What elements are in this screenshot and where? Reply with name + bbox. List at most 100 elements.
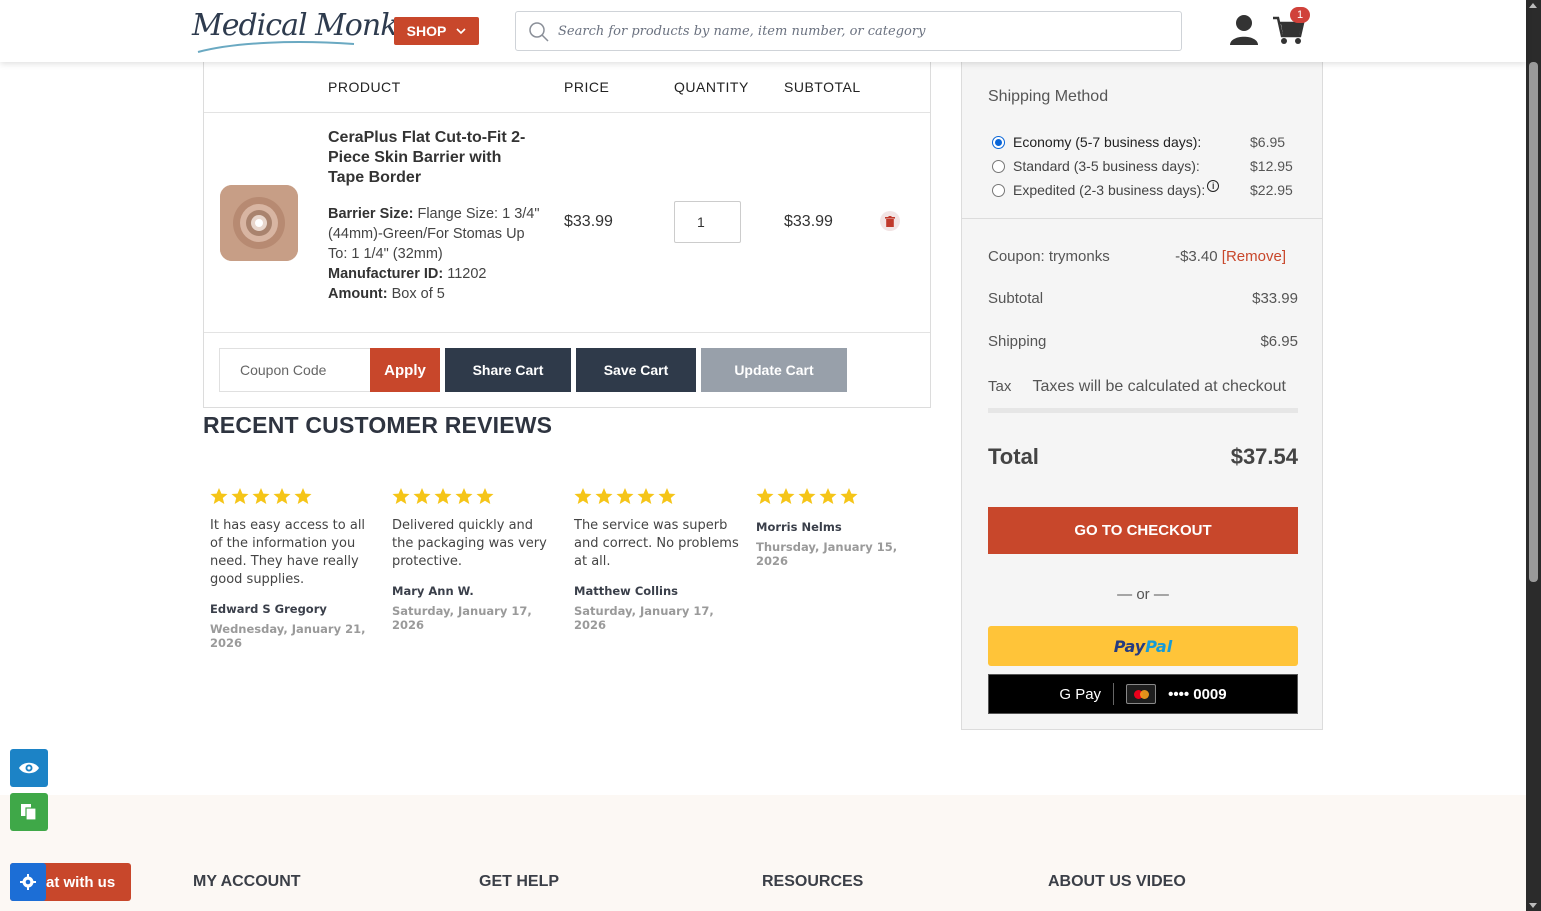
subtotal-value: $33.99 [1252, 290, 1298, 307]
save-cart-button[interactable]: Save Cart [576, 348, 696, 392]
shipping-option-price: $6.95 [1250, 134, 1286, 150]
page-scrollbar[interactable] [1526, 0, 1541, 911]
share-cart-button[interactable]: Share Cart [445, 348, 571, 392]
review-author: Edward S Gregory [210, 602, 327, 616]
cart-count-badge: 1 [1290, 7, 1310, 23]
paypal-text-pay: Pay [1113, 636, 1146, 656]
product-name[interactable]: CeraPlus Flat Cut-to-Fit 2-Piece Skin Ba… [328, 128, 538, 188]
divider [1113, 683, 1115, 705]
star-icon [574, 488, 592, 504]
column-subtotal: SUBTOTAL [784, 79, 861, 95]
trash-icon [885, 215, 895, 227]
chat-label: at with us [46, 873, 116, 891]
shipping-option-label: Standard (3-5 business days): [1013, 158, 1200, 174]
info-icon[interactable]: i [1207, 180, 1220, 192]
star-icon [819, 488, 837, 504]
eye-icon [19, 762, 39, 774]
shipping-method-title: Shipping Method [988, 88, 1109, 105]
subtotal-row: Subtotal $33.99 [988, 290, 1298, 307]
shipping-option-label: Economy (5-7 business days): [1013, 134, 1202, 150]
shipping-option-standard[interactable]: Standard (3-5 business days): $12.95 [992, 158, 1302, 174]
star-icon [637, 488, 655, 504]
copy-icon [21, 804, 37, 821]
shop-menu-button[interactable]: SHOP [394, 17, 479, 45]
star-icon [455, 488, 473, 504]
star-icon [273, 488, 291, 504]
coupon-discount: -$3.40 [Remove] [1175, 248, 1286, 265]
scroll-down-arrow-icon[interactable] [1529, 903, 1537, 908]
attr-barrier-size: Barrier Size: Flange Size: 1 3/4" (44mm)… [328, 204, 543, 264]
product-image[interactable] [220, 185, 298, 261]
star-icon [231, 488, 249, 504]
reviews-title: RECENT CUSTOMER REVIEWS [203, 412, 553, 438]
update-cart-button[interactable]: Update Cart [701, 348, 847, 392]
review-card: Morris Nelms Thursday, January 15, 2026 [756, 487, 921, 568]
star-icon [798, 488, 816, 504]
site-footer: MY ACCOUNT GET HELP RESOURCES ABOUT US V… [0, 795, 1526, 911]
review-card: It has easy access to all of the informa… [210, 487, 375, 650]
chevron-down-icon [456, 27, 466, 34]
item-price: $33.99 [564, 213, 613, 230]
attr-value: 11202 [447, 266, 487, 282]
star-rating [210, 487, 375, 507]
coupon-code-input[interactable] [219, 348, 371, 392]
logo-text: Medical Monks [192, 8, 413, 43]
remove-item-button[interactable] [880, 211, 900, 231]
shipping-option-price: $22.95 [1250, 182, 1293, 198]
remove-coupon-link[interactable]: [Remove] [1222, 248, 1286, 265]
shop-label: SHOP [406, 23, 447, 39]
tax-value: Taxes will be calculated at checkout [1032, 378, 1286, 395]
card-digits: •••• 0009 [1168, 685, 1227, 703]
search-input[interactable] [556, 20, 1156, 42]
skin-barrier-image [220, 185, 298, 261]
attr-label: Manufacturer ID: [328, 266, 444, 282]
star-icon [777, 488, 795, 504]
shipping-option-economy[interactable]: Economy (5-7 business days): $6.95 [992, 134, 1302, 150]
attr-amount: Amount: Box of 5 [328, 284, 543, 304]
search-icon[interactable] [528, 21, 550, 43]
radio-unselected[interactable] [992, 159, 1005, 173]
cart-table-header: PRODUCT PRICE QUANTITY SUBTOTAL [204, 62, 930, 113]
or-separator: — or — [1117, 586, 1169, 603]
shipping-option-expedited[interactable]: Expedited (2-3 business days): i $22.95 [992, 180, 1302, 198]
logo-swoosh-icon [197, 41, 355, 53]
attr-label: Amount: [328, 286, 388, 302]
divider [204, 332, 930, 333]
star-icon [434, 488, 452, 504]
quantity-input[interactable] [674, 201, 741, 243]
total-row: Total $37.54 [988, 444, 1298, 470]
copy-button[interactable] [10, 793, 48, 831]
star-icon [210, 488, 228, 504]
attr-label: Barrier Size: [328, 206, 414, 222]
google-pay-button[interactable]: G Pay •••• 0009 [988, 674, 1298, 714]
shipping-value: $6.95 [1260, 333, 1298, 350]
go-to-checkout-button[interactable]: GO TO CHECKOUT [988, 507, 1298, 554]
radio-unselected[interactable] [992, 183, 1005, 197]
review-author: Mary Ann W. [392, 584, 474, 598]
footer-heading-my-account: MY ACCOUNT [193, 873, 301, 890]
star-icon [616, 488, 634, 504]
review-author: Matthew Collins [574, 584, 679, 598]
attr-manufacturer-id: Manufacturer ID: 11202 [328, 264, 543, 284]
scroll-up-arrow-icon[interactable] [1529, 3, 1537, 8]
star-icon [756, 488, 774, 504]
accessibility-button[interactable] [10, 749, 48, 787]
tax-label: Tax [988, 378, 1012, 395]
settings-button[interactable] [10, 863, 46, 901]
column-quantity: QUANTITY [674, 79, 749, 95]
site-logo[interactable]: Medical Monks [192, 6, 413, 56]
shipping-label: Shipping [988, 333, 1047, 350]
review-date: Saturday, January 17, 2026 [574, 604, 714, 632]
mastercard-icon [1126, 684, 1157, 704]
account-icon[interactable] [1229, 14, 1259, 46]
radio-selected[interactable] [992, 135, 1005, 149]
footer-heading-resources: RESOURCES [762, 873, 864, 890]
review-card: Delivered quickly and the packaging was … [392, 487, 557, 632]
star-icon [392, 488, 410, 504]
apply-coupon-button[interactable]: Apply [370, 348, 440, 392]
paypal-button[interactable]: PayPal [988, 626, 1298, 666]
total-value: $37.54 [1230, 444, 1298, 469]
shipping-row: Shipping $6.95 [988, 333, 1298, 350]
star-rating [756, 487, 921, 507]
scrollbar-thumb[interactable] [1529, 62, 1538, 582]
